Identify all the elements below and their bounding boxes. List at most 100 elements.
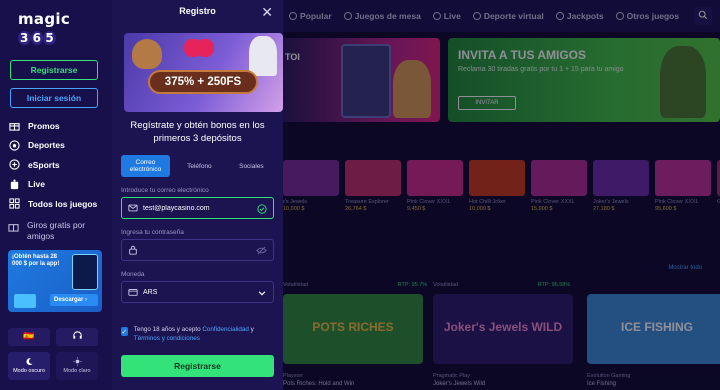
hero-title: INVITA A TUS AMIGOS [458,48,586,62]
game-card-title: POTS RICHES [312,320,394,334]
game-name: Ice Fishing [587,381,617,387]
moon-icon [25,357,34,368]
topbar-item-virtual-sports[interactable]: Deporte virtual [472,11,544,21]
topbar-item-live[interactable]: Live [432,11,461,21]
password-label: Ingresa tu contraseña [121,229,184,236]
tab-email[interactable]: Correo electrónico [121,155,170,177]
game-thumbnail[interactable] [345,160,401,196]
bonus-lead-text: Regístrate y obtén bonos en los primeros… [130,120,265,144]
tab-social[interactable]: Sociales [229,155,274,177]
terms-link[interactable]: Términos y condiciones [134,335,200,342]
topbar-label: Otros juegos [626,11,680,21]
topbar-item-jackpots[interactable]: Jackpots [555,11,604,21]
game-thumbnail-label: Pink Clover XXXL 95,600 $ [655,199,711,213]
invite-button[interactable]: INVITAR [458,96,516,110]
jackpot-value: 10,000 $ [469,206,491,212]
game-thumbnail-label: Treasure Explorer 26,764 $ [345,199,401,213]
provider-label: Pragmatic Play [433,373,470,379]
support-button[interactable] [56,327,98,346]
light-mode-button[interactable]: Modo claro [56,351,98,380]
game-thumbnail[interactable] [469,160,525,196]
game-thumbnail[interactable] [531,160,587,196]
bonus-offer: 375% + 250FS [148,70,258,94]
volatility-label: Volatilidad [283,282,309,288]
phone-icon [72,253,98,290]
globe-icon [472,12,481,20]
game-name: Pink Clover XXXL [655,199,699,205]
eye-off-icon[interactable] [256,245,267,256]
registration-modal: Registro ✕ 375% + 250FS Regístrate y obt… [112,0,283,390]
sidebar-item-label: Todos los juegos [28,198,98,209]
email-field-wrapper [121,197,274,219]
sidebar-item-esports[interactable]: eSports [8,155,104,175]
email-field[interactable] [143,204,253,212]
password-field[interactable] [143,246,253,254]
terms-checkbox[interactable]: ✓ [121,327,128,336]
download-button[interactable]: Descargar › [50,293,98,306]
game-thumbnail[interactable] [283,160,339,196]
login-button[interactable]: Iniciar sesión [10,88,98,108]
sidebar-item-promos[interactable]: Promos [8,116,104,136]
game-thumbnail[interactable] [593,160,649,196]
sun-icon [72,357,82,368]
hearts-illustration [184,39,214,57]
game-thumbnail-labels: r's Jewels 10,000 $ Treasure Explorer 26,76… [283,199,720,213]
sidebar-item-label: Live [28,179,46,190]
game-thumbnails-row [283,160,720,196]
jackpot-value: 27,180 $ [593,206,615,212]
sidebar-item-deportes[interactable]: Deportes [8,136,104,156]
app-promo-card[interactable]: ¡Obtén hasta 28 000 $ por la app! Descar… [8,249,102,312]
game-thumbnail-label: r's Jewels 10,000 $ [283,199,339,213]
slot-machine-illustration [341,44,391,118]
currency-select[interactable]: ARS [121,281,274,303]
sidebar-item-todos-los-juegos[interactable]: Todos los juegos [8,194,104,214]
rtp-label: RTP: 96.58% [537,282,571,288]
topbar-label: Jackpots [566,11,604,21]
currency-value: ARS [143,288,158,296]
game-card[interactable]: ICE FISHING [587,294,720,364]
close-icon[interactable]: ✕ [261,4,273,21]
privacy-link[interactable]: Confidencialidad [202,326,249,333]
sidebar-nav: Promos Deportes eSports Live Todos los j… [8,116,104,214]
hero-banner-diamond-strike[interactable]: TOI [283,38,440,122]
terms-mid: y [248,326,254,333]
game-thumbnail[interactable] [407,160,463,196]
envelope-icon [128,203,138,213]
free-spins-link[interactable]: Giros gratis por amigos [8,220,104,242]
check-circle-icon [256,203,267,214]
dark-mode-button[interactable]: Modo oscuro [8,351,50,380]
jackpot-value: 10,000 $ [283,206,305,212]
show-all-link[interactable]: Mostrar todo [668,265,702,271]
search-button[interactable] [694,7,712,25]
submit-register-button[interactable]: Registrarse [121,355,274,377]
topbar-item-table-games[interactable]: Juegos de mesa [343,11,421,21]
free-spins-label: Giros gratis por amigos [27,219,86,241]
provider-label: Evolution Gaming [587,373,631,379]
password-field-wrapper [121,239,274,261]
logo[interactable]: magic 365 [18,10,104,46]
language-selector[interactable]: 🇪🇸 [8,327,50,346]
game-thumbnail-label: Pink Clover XXXL 15,900 $ [531,199,587,213]
jackpot-value: 95,600 $ [655,206,677,212]
topbar-item-popular[interactable]: Popular [289,11,332,21]
jackpot-value: 9,450 $ [407,206,426,212]
register-button[interactable]: Registrarse [10,60,98,80]
sidebar-item-label: Deportes [28,140,65,151]
hero-banner-invite-friends[interactable]: INVITA A TUS AMIGOS Reclama 30 tiradas g… [448,38,720,122]
light-mode-label: Modo claro [63,368,91,374]
game-name: Joker's Jewels [593,199,629,205]
bonus-banner: 375% + 250FS [124,33,283,112]
tab-phone[interactable]: Teléfono [174,155,225,177]
game-card[interactable]: Joker's Jewels WILD [433,294,573,364]
sidebar-item-live[interactable]: Live [8,175,104,195]
rtp-label: RTP: 95.7% [397,282,428,288]
gamepad-icon [8,159,20,171]
topbar-label: Popular [300,11,332,21]
topbar-item-other-games[interactable]: Otros juegos [615,11,680,21]
game-card[interactable]: POTS RICHES [283,294,423,364]
card-footer: Playson Pots Riches: Hold and Win [283,372,354,388]
game-thumbnail[interactable] [655,160,711,196]
card-footer: Pragmatic Play Joker's Jewels Wild [433,372,485,388]
background-page: Popular Juegos de mesa Live Deporte virt… [283,0,720,390]
game-card-title: Joker's Jewels WILD [443,320,563,334]
